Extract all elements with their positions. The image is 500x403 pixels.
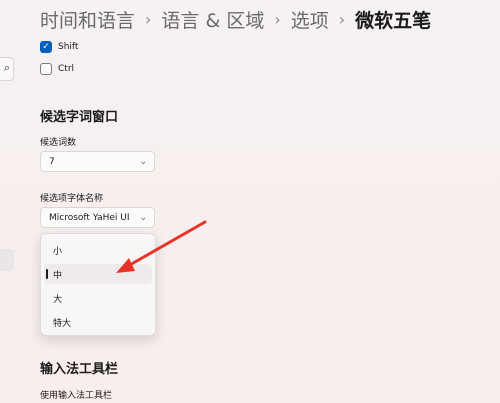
- ctrl-checkbox-row[interactable]: Ctrl: [40, 63, 74, 75]
- shift-checkbox-row[interactable]: ✓ Shift: [40, 41, 78, 53]
- search-box[interactable]: ⌕: [0, 57, 14, 81]
- candidate-count-label: 候选词数: [40, 138, 77, 148]
- ctrl-label: Ctrl: [58, 64, 75, 74]
- chevron-right-icon: ›: [145, 9, 152, 29]
- candidate-font-select[interactable]: Microsoft YaHei UI ⌄: [40, 207, 155, 228]
- font-size-option-medium[interactable]: 中: [44, 264, 152, 284]
- font-size-option-extra-large[interactable]: 特大: [44, 312, 152, 332]
- font-size-option-medium-label: 中: [53, 270, 63, 281]
- navigation-pane-edge: ⌕: [0, 0, 16, 403]
- breadcrumb: 时间和语言 › 语言 & 区域 › 选项 › 微软五笔: [40, 4, 431, 34]
- chevron-down-icon: ⌄: [139, 212, 147, 223]
- nav-item-selected[interactable]: [0, 249, 14, 271]
- candidate-window-heading: 候选字词窗口: [40, 110, 119, 125]
- breadcrumb-time-language[interactable]: 时间和语言: [40, 6, 135, 33]
- breadcrumb-language-region[interactable]: 语言 & 区域: [161, 6, 264, 33]
- font-size-option-large[interactable]: 大: [44, 288, 152, 308]
- candidate-count-select[interactable]: 7 ⌄: [40, 151, 155, 172]
- search-icon: ⌕: [3, 61, 10, 74]
- font-size-dropdown: 小 中 大 特大: [40, 233, 156, 336]
- chevron-down-icon: ⌄: [139, 156, 147, 167]
- shift-label: Shift: [58, 42, 79, 52]
- breadcrumb-options[interactable]: 选项: [291, 6, 329, 33]
- ctrl-checkbox[interactable]: [40, 63, 52, 75]
- candidate-font-value: Microsoft YaHei UI: [49, 212, 130, 223]
- shift-checkbox[interactable]: ✓: [40, 41, 52, 53]
- use-toolbar-label: 使用输入法工具栏: [40, 391, 113, 401]
- page-title: 微软五笔: [355, 9, 432, 32]
- selection-indicator: [46, 269, 48, 279]
- toolbar-heading: 输入法工具栏: [40, 362, 119, 377]
- candidate-font-label: 候选项字体名称: [40, 194, 104, 204]
- candidate-count-value: 7: [49, 156, 55, 167]
- font-size-option-small[interactable]: 小: [44, 240, 152, 260]
- chevron-right-icon: ›: [274, 9, 281, 29]
- chevron-right-icon: ›: [338, 9, 346, 29]
